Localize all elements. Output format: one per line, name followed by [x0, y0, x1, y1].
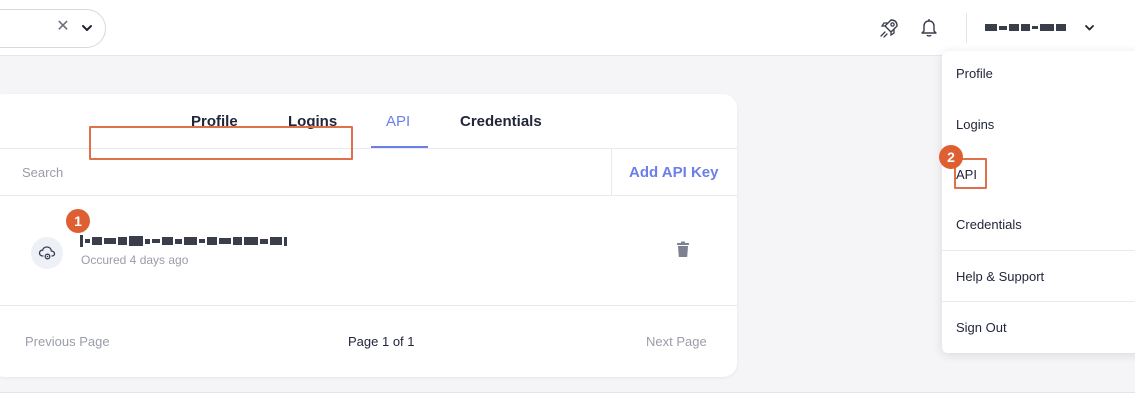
pagination: Previous Page Page 1 of 1 Next Page — [0, 306, 737, 377]
tab-credentials[interactable]: Credentials — [460, 113, 542, 130]
menu-item-label: Help & Support — [956, 269, 1045, 284]
rocket-icon[interactable] — [878, 17, 900, 39]
menu-item-label: Credentials — [956, 217, 1022, 232]
user-name-redacted — [985, 23, 1075, 32]
annotation-badge-2: 2 — [939, 145, 963, 169]
user-dropdown-menu: Profile Logins API Credentials Help & Su… — [942, 51, 1135, 353]
cloud-gear-icon — [31, 237, 63, 269]
menu-item-label: Sign Out — [956, 320, 1007, 335]
menu-divider — [942, 250, 1135, 251]
chevron-down-icon — [1085, 25, 1094, 31]
bell-icon[interactable] — [918, 16, 940, 38]
top-bar: ✕ — [0, 0, 1135, 56]
trash-icon[interactable] — [676, 241, 690, 258]
api-key-name-redacted — [80, 233, 334, 249]
api-key-timestamp: Occured 4 days ago — [81, 253, 189, 267]
api-key-row: Occured 4 days ago — [0, 196, 737, 306]
close-icon[interactable]: ✕ — [56, 19, 70, 35]
user-menu-toggle[interactable] — [985, 18, 1095, 38]
menu-item-label: Logins — [956, 117, 995, 132]
next-page-button[interactable]: Next Page — [646, 334, 707, 349]
divider — [611, 149, 612, 195]
add-api-key-button[interactable]: Add API Key — [629, 164, 718, 181]
page-indicator: Page 1 of 1 — [348, 334, 415, 349]
divider — [966, 13, 967, 43]
previous-page-button[interactable]: Previous Page — [25, 334, 110, 349]
active-tab-indicator — [371, 146, 428, 148]
menu-item-label: Profile — [956, 66, 993, 81]
menu-divider — [942, 301, 1135, 302]
annotation-badge-1: 1 — [66, 209, 90, 233]
chevron-down-icon[interactable] — [81, 22, 93, 34]
tab-api[interactable]: API — [386, 113, 410, 130]
annotation-highlight-1 — [89, 126, 353, 160]
